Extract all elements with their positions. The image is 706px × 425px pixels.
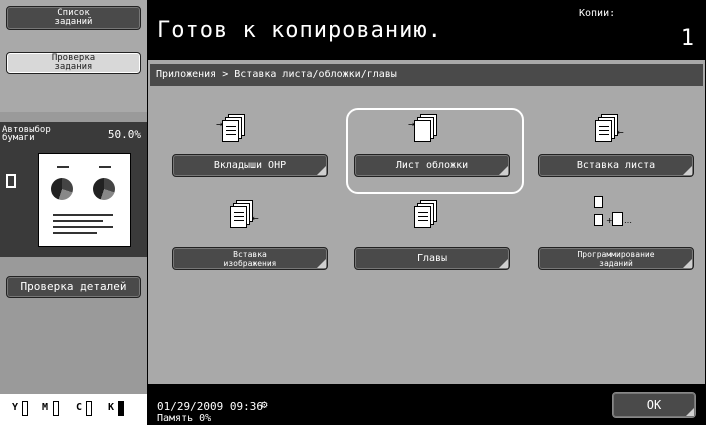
text-line <box>53 214 113 216</box>
job-list-label: Список заданий <box>54 8 93 27</box>
auto-paper-label: Автовыбор бумаги <box>2 125 51 143</box>
insert-image-button[interactable]: Вставка изображения <box>172 247 328 270</box>
status-title: Готов к копированию. <box>157 18 442 43</box>
pie-chart-icon <box>51 178 73 200</box>
insert-sheet-label: Вставка листа <box>576 160 656 171</box>
ohp-interleave-button[interactable]: Вкладыши OHP <box>172 154 328 177</box>
chart-title-line <box>57 166 69 168</box>
insert-sheet-button[interactable]: Вставка листа <box>538 154 694 177</box>
copy-preview <box>0 144 147 257</box>
preview-sheet <box>38 153 131 247</box>
text-line <box>53 232 97 234</box>
applications-panel: Приложения > Вставка листа/обложки/главы… <box>148 60 705 384</box>
toner-k-label: K <box>108 402 115 413</box>
paper-tray-icon <box>6 174 16 188</box>
ohp-interleave-icon: → <box>216 114 246 144</box>
chapters-label: Главы <box>416 253 448 264</box>
chart-title-line <box>99 166 111 168</box>
job-program-label: Программирование заданий <box>577 249 655 268</box>
toner-y-label: Y <box>12 402 19 413</box>
main-panel: Готов к копированию. Копии: 1 Приложения… <box>147 0 706 425</box>
ok-button[interactable]: OK <box>612 392 696 418</box>
cover-sheet-button[interactable]: Лист обложки <box>354 154 510 177</box>
copies-label: Копии: <box>579 8 616 19</box>
toner-m-bar <box>53 401 59 416</box>
check-details-button[interactable]: Проверка деталей <box>6 276 141 298</box>
toner-k-bar <box>118 401 124 416</box>
ohp-interleave-label: Вкладыши OHP <box>213 160 287 171</box>
chapters-icon <box>412 200 438 230</box>
text-line <box>53 220 103 222</box>
breadcrumb: Приложения > Вставка листа/обложки/главы <box>150 64 703 86</box>
memory-status: Память 0% <box>157 413 212 424</box>
insert-image-icon: ← <box>230 200 259 230</box>
toner-c-bar <box>86 401 92 416</box>
left-panel: Список заданий Проверка задания Автовыбо… <box>0 0 147 425</box>
check-details-label: Проверка деталей <box>20 280 127 293</box>
date-time: 01/29/2009 09:36 <box>157 400 263 413</box>
toner-c-label: C <box>76 402 83 413</box>
pie-chart-icon <box>93 178 115 200</box>
text-line <box>53 226 113 228</box>
job-program-button[interactable]: Программирование заданий <box>538 247 694 270</box>
toner-levels: Y M C K <box>0 394 147 425</box>
zoom-value: 50.0% <box>107 128 141 141</box>
cover-sheet-label: Лист обложки <box>395 160 469 171</box>
auto-paper-strip: Автовыбор бумаги 50.0% <box>0 122 147 144</box>
job-list-button[interactable]: Список заданий <box>6 6 141 30</box>
insert-sheet-icon: ← <box>595 114 624 144</box>
ok-label: OK <box>646 398 662 412</box>
cover-sheet-icon: → <box>408 114 438 144</box>
toner-y-bar <box>22 401 28 416</box>
chapters-button[interactable]: Главы <box>354 247 510 270</box>
toner-m-label: M <box>42 402 49 413</box>
copies-value: 1 <box>680 26 694 51</box>
job-check-button[interactable]: Проверка задания <box>6 52 141 74</box>
job-check-label: Проверка задания <box>51 53 96 72</box>
insert-image-label: Вставка изображения <box>223 249 277 268</box>
job-program-icon: + … <box>594 196 634 226</box>
network-status-icon: ⚙ <box>261 398 268 411</box>
